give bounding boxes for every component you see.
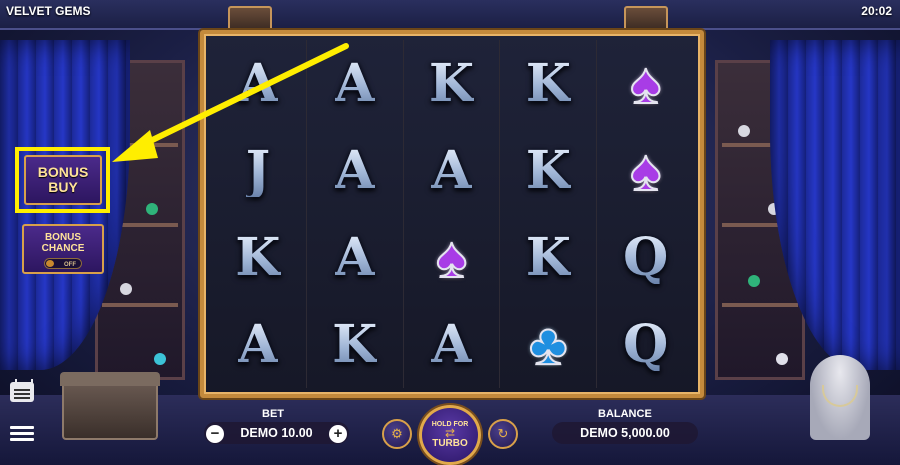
symbol-letter: A	[334, 226, 375, 288]
wall-ornament-left	[228, 6, 272, 32]
bet-value: DEMO 10.00	[204, 422, 349, 444]
spin-button[interactable]: HOLD FOR ⇄ TURBO	[419, 405, 481, 465]
symbol-letter: K	[525, 139, 571, 201]
bonus-buy-button[interactable]: BONUS BUY	[24, 155, 102, 205]
reel-cell: Q	[597, 301, 694, 388]
turbo-button[interactable]: ↻	[488, 419, 518, 449]
decrease-bet-button[interactable]: −	[206, 425, 224, 443]
symbol-letter: K	[525, 226, 571, 288]
symbol-letter: A	[334, 139, 375, 201]
bonus-chance-button[interactable]: BONUS CHANCE OFF	[22, 224, 104, 274]
autoplay-icon: ⚙	[391, 426, 403, 441]
reel-cell: K	[210, 214, 307, 301]
increase-bet-button[interactable]: +	[329, 425, 347, 443]
bonus-chance-label-line2: CHANCE	[41, 243, 85, 254]
spin-turbo-label: TURBO	[432, 438, 468, 449]
symbol-letter: A	[237, 52, 279, 114]
symbol-letter: K	[235, 226, 281, 288]
reel-cell: A	[404, 127, 501, 214]
autoplay-button[interactable]: ⚙	[382, 419, 412, 449]
bet-label: BET	[262, 408, 284, 420]
balance-label: BALANCE	[598, 408, 652, 420]
reel-cell: A	[404, 301, 501, 388]
reel-cell: A	[210, 301, 307, 388]
symbol-letter: A	[431, 139, 472, 201]
toggle-knob	[46, 260, 54, 267]
reel-cell: ♠	[404, 214, 501, 301]
symbol-letter: A	[237, 313, 279, 375]
symbol-letter: A	[334, 52, 375, 114]
spade-icon: ♠	[629, 137, 662, 203]
spin-icon: ⇄	[444, 426, 456, 440]
reel-cell: K	[500, 40, 598, 127]
clock: 20:02	[861, 4, 892, 18]
reel-cell: ♣	[500, 301, 598, 388]
reel-grid: A A K K ♠ J A A K ♠ K A ♠ K Q A K A ♣ Q	[210, 40, 694, 388]
paytable-icon[interactable]	[10, 379, 34, 402]
toggle-state: OFF	[64, 262, 76, 268]
wall-panel	[0, 0, 900, 30]
reel-cell: J	[210, 127, 307, 214]
bonus-buy-label-line2: BUY	[48, 179, 78, 195]
bonus-chance-toggle[interactable]: OFF	[44, 258, 82, 269]
bonus-chance-label-line1: BONUS	[44, 232, 82, 243]
reel-cell: ♠	[597, 127, 694, 214]
bonus-buy-label-line1: BONUS	[37, 164, 89, 180]
reel-cell: Q	[597, 214, 694, 301]
reel-cell: K	[307, 301, 404, 388]
reel-cell: K	[500, 127, 598, 214]
reel-cell: K	[500, 214, 598, 301]
symbol-letter: Q	[622, 226, 669, 288]
symbol-letter: Q	[622, 313, 669, 375]
reel-cell: A	[307, 40, 404, 127]
club-icon: ♣	[528, 311, 568, 377]
reel-frame: A A K K ♠ J A A K ♠ K A ♠ K Q A K A ♣ Q	[200, 30, 704, 398]
symbol-letter: K	[525, 52, 571, 114]
turbo-icon: ↻	[497, 426, 509, 441]
game-title: VELVET GEMS	[6, 4, 91, 18]
reel-cell: A	[307, 127, 404, 214]
reel-cell: K	[404, 40, 501, 127]
symbol-letter: K	[428, 52, 475, 114]
necklace-bust	[810, 355, 870, 440]
symbol-letter: A	[431, 313, 472, 375]
reel-cell: A	[210, 40, 307, 127]
reel-cell: A	[307, 214, 404, 301]
menu-icon[interactable]	[10, 424, 34, 444]
reel-cell: ♠	[597, 40, 694, 127]
spade-icon: ♠	[629, 50, 662, 116]
balance-value: DEMO 5,000.00	[552, 422, 698, 444]
wall-ornament-right	[624, 6, 668, 32]
spade-icon: ♠	[435, 224, 468, 290]
treasure-chest	[60, 372, 160, 440]
symbol-letter: J	[245, 139, 271, 201]
symbol-letter: K	[332, 313, 378, 375]
